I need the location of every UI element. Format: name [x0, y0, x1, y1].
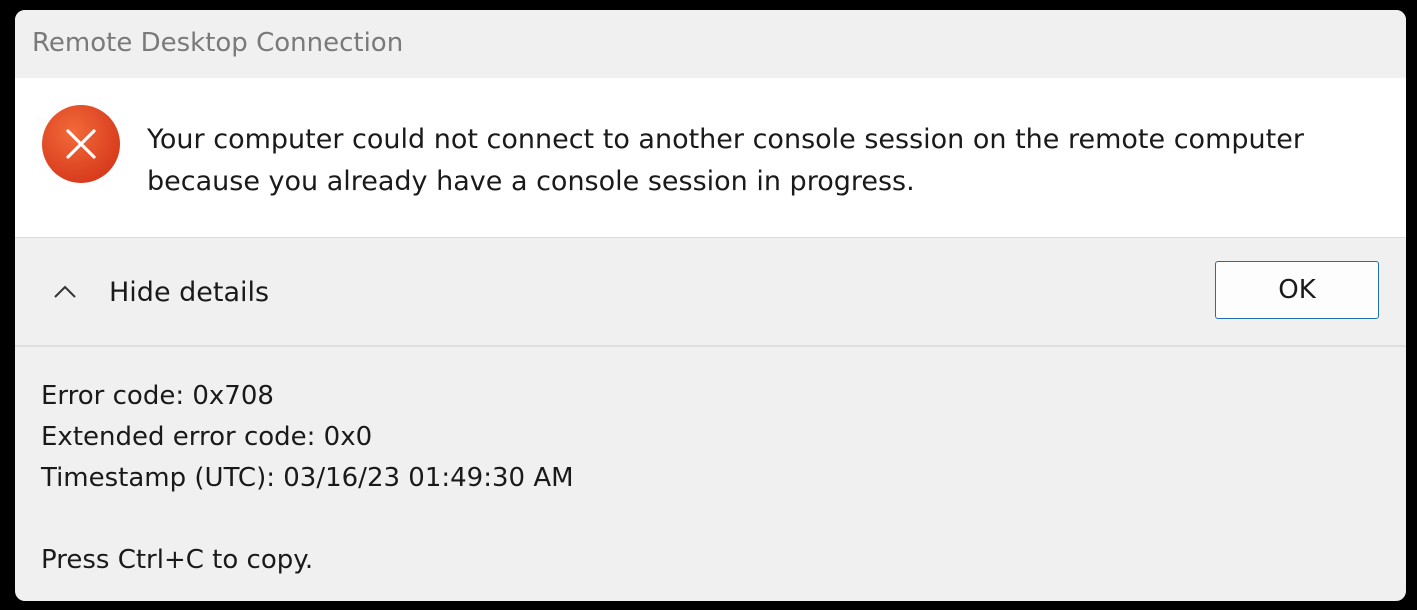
hide-details-toggle[interactable]: Hide details: [51, 268, 269, 316]
chevron-up-icon: [54, 285, 76, 298]
copy-hint: Press Ctrl+C to copy.: [41, 545, 314, 575]
hide-details-label: Hide details: [109, 276, 270, 308]
error-message-line-1: Your computer could not connect to anoth…: [147, 124, 1304, 155]
message-area: Your computer could not connect to anoth…: [15, 78, 1406, 238]
timestamp: Timestamp (UTC): 03/16/23 01:49:30 AM: [41, 463, 574, 493]
error-details: Error code: 0x708 Extended error code: 0…: [41, 376, 574, 581]
error-dialog: Remote Desktop Connection Your computer …: [15, 10, 1406, 601]
ok-button[interactable]: OK: [1215, 261, 1379, 319]
error-code: Error code: 0x708: [41, 381, 274, 411]
error-message: Your computer could not connect to anoth…: [147, 119, 1377, 203]
action-bar: Hide details OK: [15, 238, 1406, 347]
details-spacer: [41, 499, 574, 540]
error-message-line-2: because you already have a console sessi…: [147, 166, 915, 197]
error-icon: [42, 105, 120, 183]
extended-error-code: Extended error code: 0x0: [41, 422, 373, 452]
title-bar[interactable]: Remote Desktop Connection: [15, 10, 1406, 78]
window-title: Remote Desktop Connection: [32, 28, 404, 58]
